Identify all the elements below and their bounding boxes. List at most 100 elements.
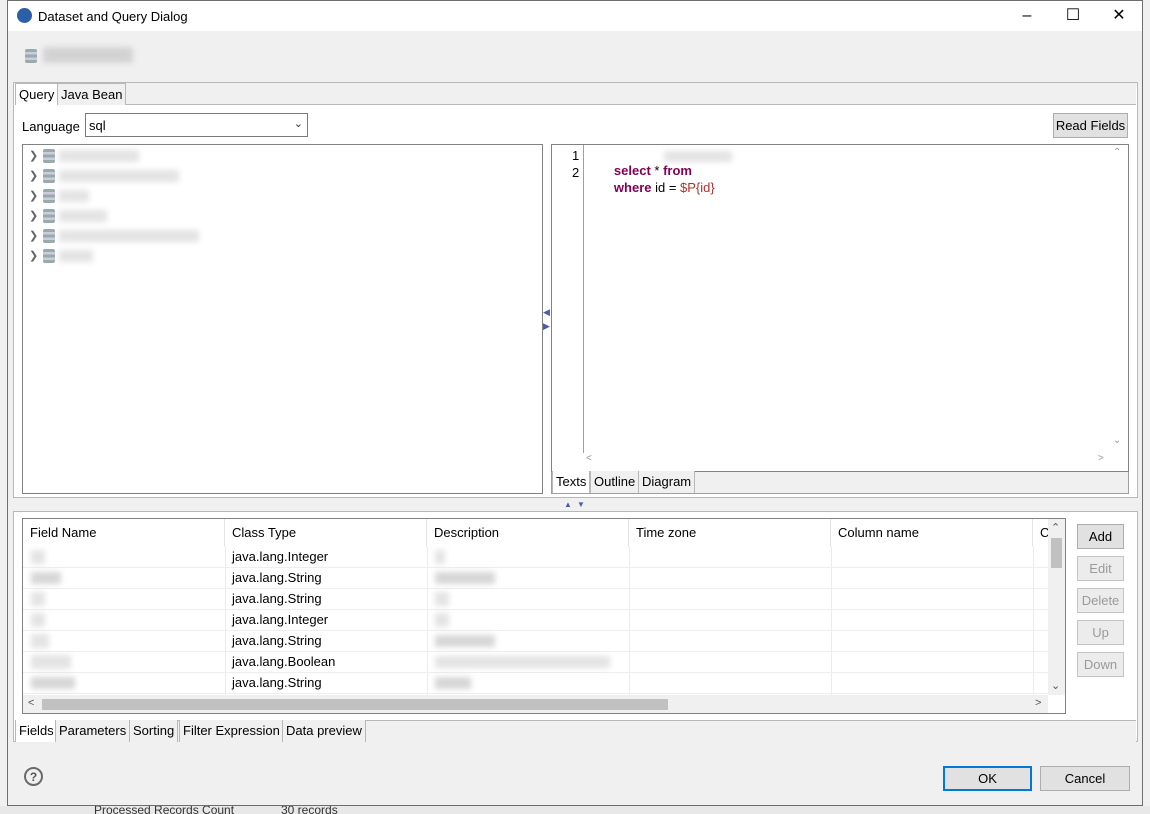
scroll-down-icon[interactable]: ⌄ <box>1113 435 1121 446</box>
processed-records-label: Processed Records Count <box>94 806 235 814</box>
expand-down-icon[interactable]: ▼ <box>577 500 585 509</box>
redacted-description <box>435 677 471 689</box>
maximize-icon[interactable]: ☐ <box>1050 1 1096 31</box>
redacted-table-name <box>664 151 732 162</box>
scroll-up-icon[interactable]: ⌃ <box>1113 147 1121 158</box>
table-row[interactable]: java.lang.String <box>23 589 1048 610</box>
datasource-tree[interactable]: ❯ ❯ ❯ ❯ ❯ ❯ <box>22 144 543 494</box>
column-header-field-name[interactable]: Field Name <box>23 519 225 547</box>
dialog-title: Dataset and Query Dialog <box>38 9 188 24</box>
redacted-field-name <box>31 613 45 627</box>
read-fields-button[interactable]: Read Fields <box>1053 113 1128 138</box>
scroll-right-icon[interactable]: > <box>1098 453 1104 464</box>
language-select[interactable]: sql ⌄ <box>85 113 308 137</box>
language-value: sql <box>89 118 106 133</box>
redacted-description <box>435 592 449 606</box>
redacted-field-name <box>31 655 71 669</box>
sql-editor[interactable]: 1 2 select * from where id = $P{id} ⌃ ⌄ … <box>551 144 1129 472</box>
table-row[interactable]: java.lang.Integer <box>23 610 1048 631</box>
scroll-up-icon[interactable]: ⌃ <box>1051 521 1060 534</box>
language-label: Language <box>22 119 80 134</box>
column-header-time-zone[interactable]: Time zone <box>629 519 831 547</box>
tab-query[interactable]: Query <box>15 83 59 105</box>
chevron-right-icon: ❯ <box>29 250 39 262</box>
redacted-field-name <box>31 592 45 606</box>
table-row[interactable]: java.lang.String <box>23 673 1048 694</box>
class-type-cell: java.lang.Boolean <box>232 654 336 669</box>
scroll-left-icon[interactable]: < <box>586 453 592 464</box>
top-tabs: Query Java Bean <box>15 83 1136 105</box>
tab-sorting[interactable]: Sorting <box>129 720 179 742</box>
cancel-button[interactable]: Cancel <box>1040 766 1130 791</box>
table-icon <box>43 209 55 223</box>
close-icon[interactable]: ✕ <box>1096 1 1142 31</box>
table-icon <box>43 249 55 263</box>
collapse-left-icon[interactable]: ◀ <box>543 307 550 318</box>
minimize-icon[interactable]: – <box>1004 1 1050 31</box>
column-header-description[interactable]: Description <box>427 519 629 547</box>
chevron-right-icon: ❯ <box>29 170 39 182</box>
table-row[interactable]: java.lang.Boolean <box>23 652 1048 673</box>
horizontal-scrollbar[interactable]: < > <box>23 695 1048 713</box>
table-row[interactable]: java.lang.Integer <box>23 547 1048 568</box>
class-type-cell: java.lang.Integer <box>232 612 329 627</box>
table-row[interactable]: java.lang.String <box>23 568 1048 589</box>
title-bar: Dataset and Query Dialog – ☐ ✕ <box>8 1 1142 31</box>
class-type-cell: java.lang.Integer <box>232 549 329 564</box>
table-icon <box>43 149 55 163</box>
scroll-down-icon[interactable]: ⌄ <box>1051 679 1060 692</box>
tab-diagram[interactable]: Diagram <box>638 471 696 493</box>
ok-button[interactable]: OK <box>943 766 1032 791</box>
collapse-up-icon[interactable]: ▲ <box>564 500 572 509</box>
redacted-description <box>435 550 445 564</box>
keyword-where: where <box>613 180 652 195</box>
tab-filter-expression[interactable]: Filter Expression <box>179 720 284 742</box>
vertical-scrollbar[interactable]: ⌃ ⌄ <box>1048 519 1065 695</box>
table-icon <box>43 229 55 243</box>
database-icon <box>25 49 37 63</box>
table-row[interactable]: java.lang.String <box>23 631 1048 652</box>
delete-button[interactable]: Delete <box>1077 588 1124 613</box>
redacted-description <box>435 613 449 627</box>
line-number-ruler <box>552 145 584 453</box>
column-header-column-name[interactable]: Column name <box>831 519 1033 547</box>
column-header-class-type[interactable]: Class Type <box>225 519 427 547</box>
up-button[interactable]: Up <box>1077 620 1124 645</box>
tab-fields[interactable]: Fields <box>15 720 58 742</box>
redacted-description <box>435 572 495 584</box>
redacted-field-name <box>31 572 61 584</box>
tab-outline[interactable]: Outline <box>590 471 640 493</box>
add-button[interactable]: Add <box>1077 524 1124 549</box>
scroll-thumb[interactable] <box>1051 538 1062 568</box>
fields-table[interactable]: Field Name Class Type Description Time z… <box>22 518 1066 714</box>
chevron-right-icon: ❯ <box>29 190 39 202</box>
help-icon[interactable]: ? <box>24 767 43 786</box>
scroll-thumb[interactable] <box>42 699 668 710</box>
chevron-right-icon: ❯ <box>29 230 39 242</box>
chevron-down-icon: ⌄ <box>293 118 303 130</box>
table-icon <box>43 169 55 183</box>
down-button[interactable]: Down <box>1077 652 1124 677</box>
tab-parameters[interactable]: Parameters <box>55 720 131 742</box>
class-type-cell: java.lang.String <box>232 675 322 690</box>
editor-tabs: Texts Outline Diagram <box>551 471 1129 494</box>
scroll-right-icon[interactable]: > <box>1035 697 1041 709</box>
redacted-description <box>435 635 495 647</box>
redacted-field-name <box>31 550 45 564</box>
redacted-description <box>435 656 610 668</box>
scroll-left-icon[interactable]: < <box>28 697 34 709</box>
table-icon <box>43 189 55 203</box>
chevron-right-icon: ❯ <box>29 210 39 222</box>
tab-java-bean[interactable]: Java Bean <box>57 83 127 105</box>
fields-panel: Field Name Class Type Description Time z… <box>13 511 1138 742</box>
class-type-cell: java.lang.String <box>232 591 322 606</box>
tab-texts[interactable]: Texts <box>552 471 591 493</box>
redacted-item <box>59 150 139 162</box>
tab-data-preview[interactable]: Data preview <box>282 720 366 742</box>
edit-button[interactable]: Edit <box>1077 556 1124 581</box>
class-type-cell: java.lang.String <box>232 570 322 585</box>
code-text: id = <box>651 180 681 195</box>
expand-right-icon[interactable]: ▶ <box>543 321 550 332</box>
redacted-field-name <box>31 634 49 648</box>
query-panel: Query Java Bean Language sql ⌄ Read Fiel… <box>13 82 1138 498</box>
